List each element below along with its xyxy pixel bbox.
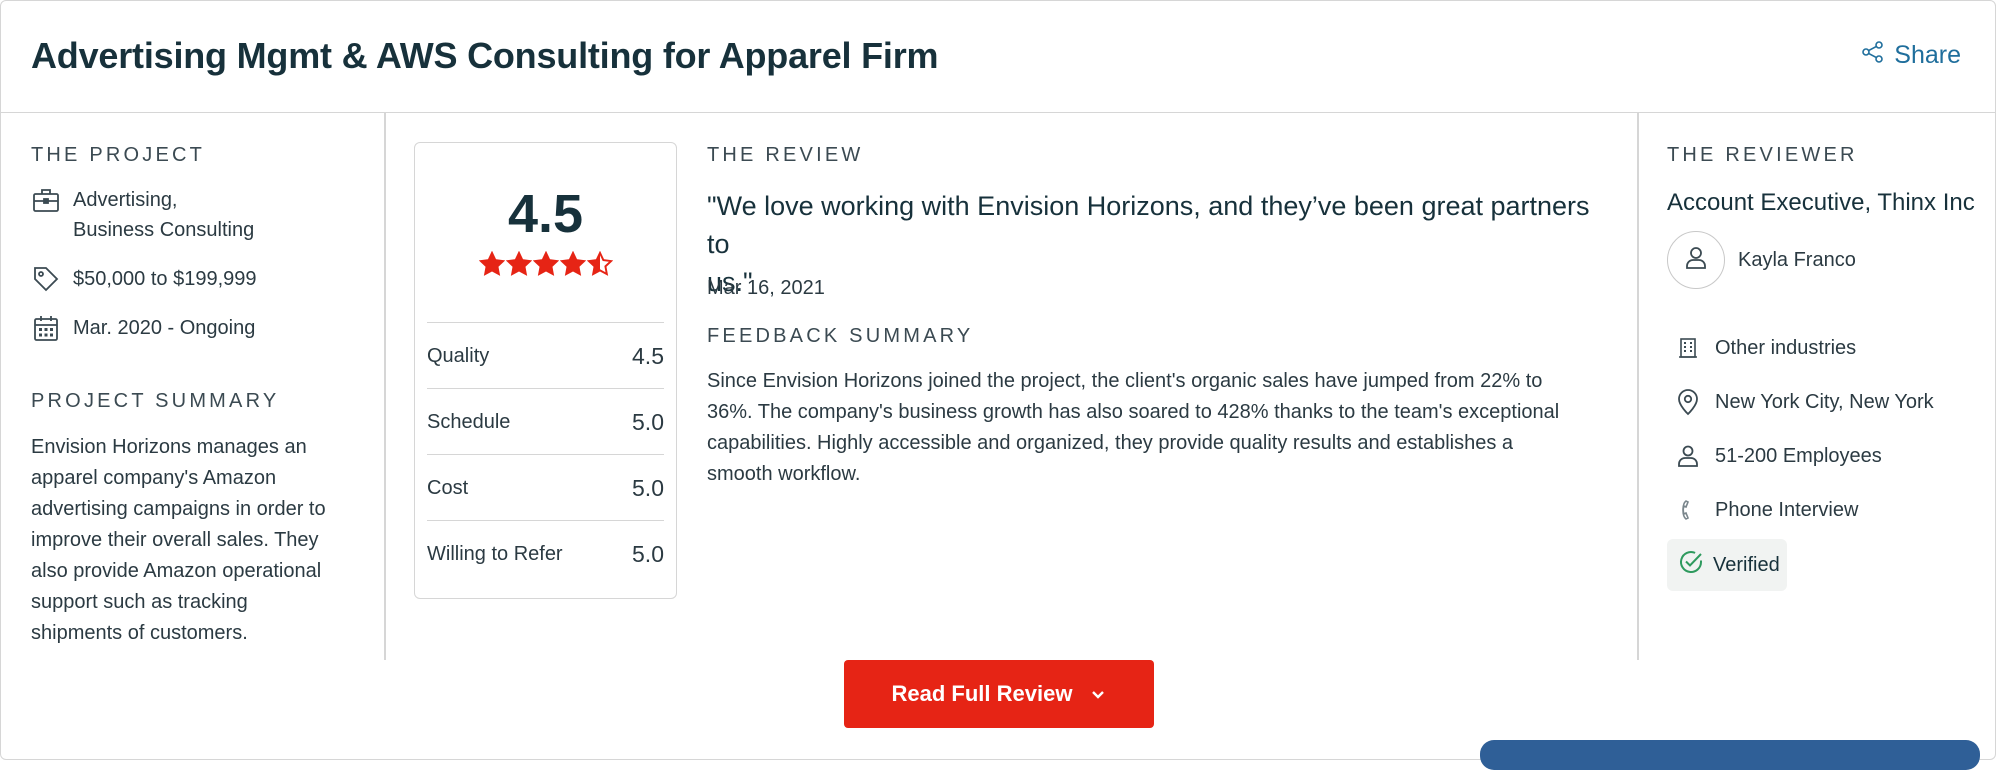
review-date: Mar 16, 2021 xyxy=(707,277,825,299)
briefcase-icon xyxy=(31,185,61,215)
rating-box: 4.5 Quality 4.5 Schedule 5.0 Cost 5.0 Wi… xyxy=(414,142,677,599)
rating-value: 5.0 xyxy=(632,408,664,435)
project-summary-text: Envision Horizons manages an apparel com… xyxy=(31,436,326,644)
project-budget: $50,000 to $199,999 xyxy=(31,264,257,294)
interview-text: Phone Interview xyxy=(1715,499,1859,521)
people-icon xyxy=(1673,441,1703,471)
feedback-summary-text: Since Envision Horizons joined the proje… xyxy=(707,370,1560,485)
reviewer-location: New York City, New York xyxy=(1673,387,1934,417)
reviewer-name: Kayla Franco xyxy=(1738,249,1856,271)
reviewer-interview: Phone Interview xyxy=(1673,495,1858,525)
verified-badge: Verified xyxy=(1667,539,1787,591)
avatar xyxy=(1667,231,1725,289)
star-full-icon xyxy=(478,251,505,276)
share-icon xyxy=(1862,41,1884,70)
read-full-review-button[interactable]: Read Full Review xyxy=(844,660,1154,728)
column-divider xyxy=(384,112,386,660)
reviewer-size: 51-200 Employees xyxy=(1673,441,1882,471)
floating-chat-button[interactable] xyxy=(1480,740,1980,770)
reviewer-industry: Other industries xyxy=(1673,333,1856,363)
column-divider xyxy=(1637,112,1639,660)
phone-icon xyxy=(1673,495,1703,525)
project-services: Advertising, Business Consulting xyxy=(31,185,254,245)
review-card: Advertising Mgmt & AWS Consulting for Ap… xyxy=(0,0,1996,760)
user-icon xyxy=(1683,245,1709,276)
location-pin-icon xyxy=(1673,387,1703,417)
project-timeline: Mar. 2020 - Ongoing xyxy=(31,313,255,343)
rating-row-schedule: Schedule 5.0 xyxy=(427,388,664,455)
review-section-label: THE REVIEW xyxy=(707,144,864,166)
read-full-review-label: Read Full Review xyxy=(891,681,1073,706)
timeline-text: Mar. 2020 - Ongoing xyxy=(73,317,256,339)
star-full-icon xyxy=(505,251,532,276)
industry-text: Other industries xyxy=(1715,337,1857,359)
services-line: Business Consulting xyxy=(73,219,255,241)
size-text: 51-200 Employees xyxy=(1715,445,1882,467)
check-circle-icon xyxy=(1677,548,1705,582)
chevron-down-icon xyxy=(1090,681,1106,707)
verified-label: Verified xyxy=(1713,553,1780,576)
review-header: Advertising Mgmt & AWS Consulting for Ap… xyxy=(1,1,1995,113)
rating-label: Cost xyxy=(427,476,469,499)
rating-value: 4.5 xyxy=(632,342,664,369)
location-text: New York City, New York xyxy=(1715,391,1934,413)
share-button[interactable]: Share xyxy=(1862,41,1961,70)
rating-label: Quality xyxy=(427,344,490,367)
star-full-icon xyxy=(532,251,559,276)
project-section-label: THE PROJECT xyxy=(31,144,206,166)
review-quote: "We love working with Envision Horizons,… xyxy=(707,191,1590,297)
review-title: Advertising Mgmt & AWS Consulting for Ap… xyxy=(31,35,939,76)
overall-rating: 4.5 xyxy=(507,184,584,244)
reviewer-title: Account Executive, Thinx Inc xyxy=(1667,189,1975,216)
services-line: Advertising, xyxy=(73,189,178,211)
rating-value: 5.0 xyxy=(632,540,664,567)
tag-icon xyxy=(31,264,61,294)
calendar-icon xyxy=(31,313,61,343)
rating-label: Willing to Refer xyxy=(427,542,563,565)
building-icon xyxy=(1673,333,1703,363)
rating-label: Schedule xyxy=(427,410,511,433)
share-label: Share xyxy=(1894,41,1961,69)
rating-row-cost: Cost 5.0 xyxy=(427,454,664,521)
feedback-summary-label: FEEDBACK SUMMARY xyxy=(707,325,974,347)
budget-text: $50,000 to $199,999 xyxy=(73,268,257,290)
rating-row-willing-to-refer: Willing to Refer 5.0 xyxy=(427,520,664,587)
rating-value: 5.0 xyxy=(632,474,664,501)
star-half-icon xyxy=(586,251,613,276)
rating-row-quality: Quality 4.5 xyxy=(427,322,664,389)
project-summary-label: PROJECT SUMMARY xyxy=(31,390,280,412)
star-full-icon xyxy=(559,251,586,276)
reviewer-section-label: THE REVIEWER xyxy=(1667,144,1858,166)
star-rating xyxy=(415,251,676,277)
